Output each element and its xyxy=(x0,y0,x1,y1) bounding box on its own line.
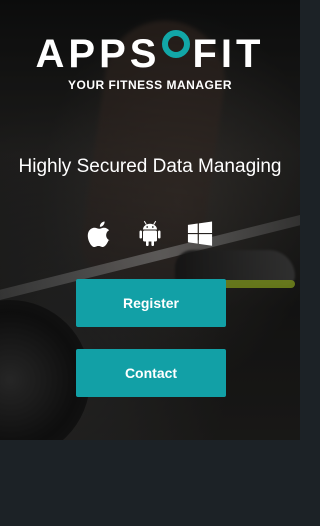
android-icon xyxy=(139,220,161,246)
contact-button[interactable]: Contact xyxy=(76,349,226,397)
logo-wordmark: APPSOFIT xyxy=(0,30,300,76)
windows-icon xyxy=(187,221,213,246)
logo-o-ring: O xyxy=(162,30,191,58)
register-button[interactable]: Register xyxy=(76,279,226,327)
logo-tagline: YOUR FITNESS MANAGER xyxy=(67,78,232,92)
apple-icon xyxy=(87,221,110,247)
logo-text-left: APPS xyxy=(35,32,161,76)
hero-section: APPSOFIT YOUR FITNESS MANAGER Highly Sec… xyxy=(0,0,300,440)
hero-headline: Highly Secured Data Managing xyxy=(18,156,282,177)
platform-icons xyxy=(0,220,300,248)
footer-area xyxy=(0,440,300,526)
app-logo: APPSOFIT YOUR FITNESS MANAGER xyxy=(0,30,300,92)
